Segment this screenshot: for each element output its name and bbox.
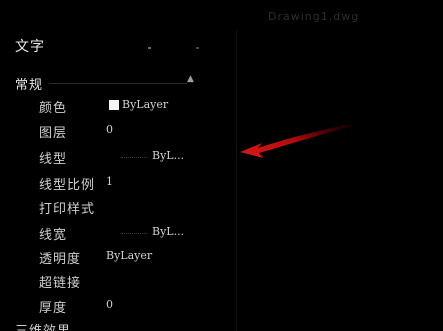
property-label: 线型比例 [39, 178, 96, 193]
property-label: 图层 [39, 126, 68, 141]
object-type-label[interactable]: 文字 [15, 36, 45, 56]
lineweight-preview [121, 233, 147, 235]
property-value[interactable]: ByLayer [122, 98, 168, 111]
property-label: 超链接 [39, 276, 82, 291]
color-swatch-icon [109, 100, 119, 110]
collapse-arrow-icon[interactable]: ▲ [187, 74, 194, 84]
section-3d-effects-header[interactable]: 三维效果 [15, 320, 71, 331]
property-label: 打印样式 [39, 202, 96, 217]
property-value[interactable]: 0 [106, 298, 113, 311]
property-row-thickness[interactable]: 厚度 0 [0, 295, 210, 319]
property-row-transparency[interactable]: 透明度 ByLayer [0, 246, 210, 270]
property-value[interactable]: 1 [106, 175, 113, 188]
panel-divider-dash [196, 47, 199, 49]
property-row-linetype-scale[interactable]: 线型比例 1 [0, 172, 210, 196]
property-row-plot-style[interactable]: 打印样式 [0, 196, 210, 220]
property-label: 厚度 [39, 301, 68, 316]
property-label: 线型 [39, 152, 68, 167]
property-row-layer[interactable]: 图层 0 [0, 120, 210, 144]
properties-window: Drawing1.dwg 文字 常规 ▲ 颜色 ByLayer 图层 0 线型 … [0, 0, 443, 331]
property-value[interactable]: ByL... [152, 149, 184, 162]
property-label: 线宽 [39, 228, 68, 243]
property-value[interactable]: ByLayer [106, 249, 152, 262]
property-value[interactable]: 0 [106, 123, 113, 136]
red-pointer-arrow-icon [240, 124, 352, 158]
property-row-lineweight[interactable]: 线宽 ByL... [0, 222, 210, 246]
property-label: 透明度 [39, 252, 82, 267]
section-general-header[interactable]: 常规 ▲ [15, 74, 195, 93]
property-row-linetype[interactable]: 线型 ByL... [0, 146, 210, 170]
section-divider [49, 83, 187, 84]
viewport-title: Drawing1.dwg [268, 10, 360, 23]
property-row-hyperlink[interactable]: 超链接 [0, 270, 210, 294]
property-row-color[interactable]: 颜色 ByLayer [0, 95, 210, 119]
property-value[interactable]: ByL... [152, 225, 184, 238]
property-label: 颜色 [39, 101, 68, 116]
section-general-label: 常规 [15, 78, 44, 93]
linetype-preview [121, 157, 147, 159]
properties-panel: 文字 常规 ▲ 颜色 ByLayer 图层 0 线型 ByL... 线型比例 1… [0, 0, 210, 331]
panel-divider-dot [148, 47, 151, 49]
drawing-viewport[interactable] [236, 30, 443, 331]
